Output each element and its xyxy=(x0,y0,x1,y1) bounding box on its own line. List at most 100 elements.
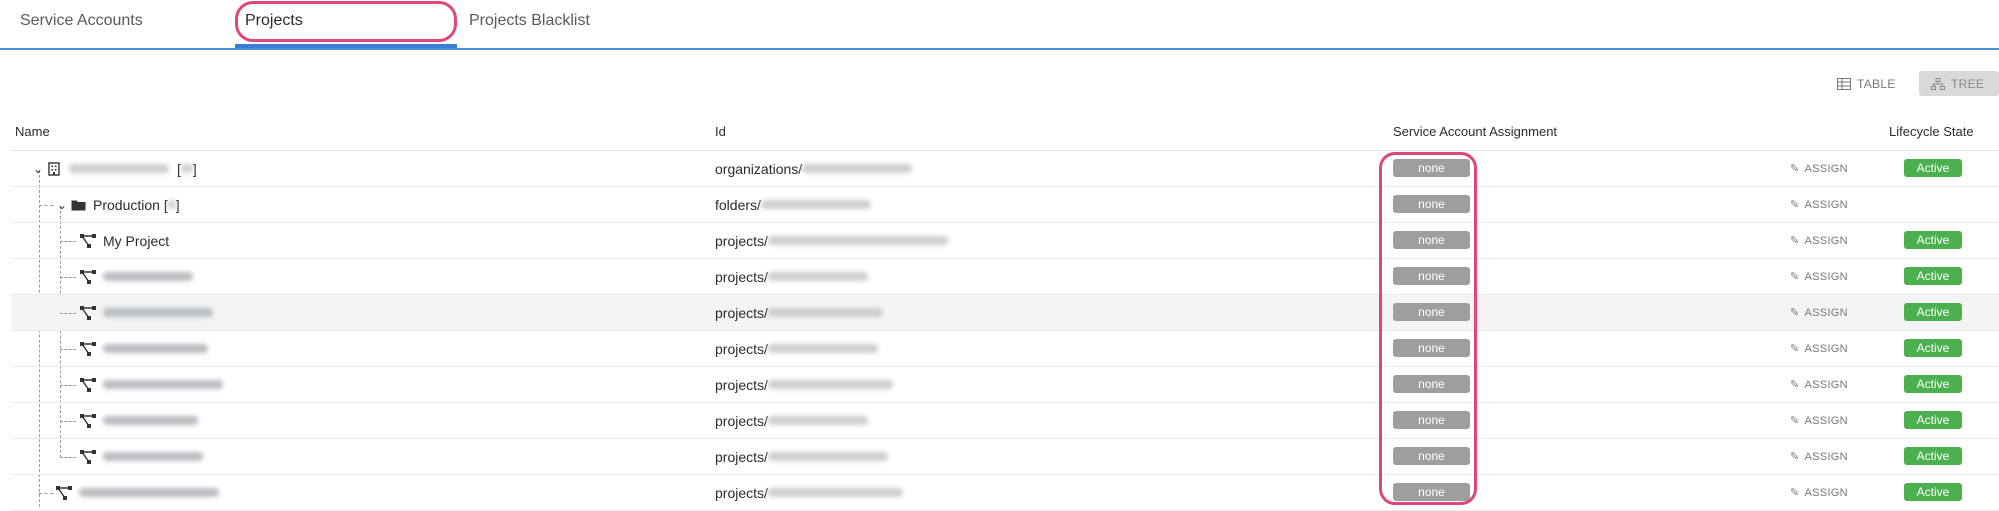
assign-label: ASSIGN xyxy=(1804,378,1848,391)
column-header-name[interactable]: Name xyxy=(15,124,50,139)
pencil-icon: ✎ xyxy=(1790,451,1800,463)
name-cell: My Project xyxy=(79,223,169,258)
table-row[interactable]: ⌄ Production [] folders/ none ✎ ASSIGN xyxy=(11,187,1999,223)
id-cell: projects/ xyxy=(715,475,903,510)
pencil-icon: ✎ xyxy=(1790,415,1800,427)
highlight-annotation-assignment xyxy=(1379,152,1477,505)
id-prefix: projects/ xyxy=(715,304,768,321)
redacted-id xyxy=(767,452,888,461)
status-badge: Active xyxy=(1904,483,1962,501)
table-view-label: TABLE xyxy=(1857,76,1896,91)
pencil-icon: ✎ xyxy=(1790,235,1800,247)
tree-connector xyxy=(39,493,53,494)
tree-connector xyxy=(60,385,76,386)
id-cell: projects/ xyxy=(715,439,888,474)
id-cell: projects/ xyxy=(715,331,878,366)
chevron-down-icon[interactable]: ⌄ xyxy=(31,162,45,176)
assign-button[interactable]: ✎ ASSIGN xyxy=(1790,403,1848,438)
assign-button[interactable]: ✎ ASSIGN xyxy=(1790,367,1848,402)
table-row[interactable]: My Project projects/ none ✎ ASSIGN Active xyxy=(11,223,1999,259)
table-row[interactable]: projects/ none ✎ ASSIGN Active xyxy=(11,259,1999,295)
id-cell: projects/ xyxy=(715,259,868,294)
table-icon xyxy=(1837,77,1851,90)
assign-label: ASSIGN xyxy=(1804,234,1848,247)
id-cell: projects/ xyxy=(715,367,893,402)
status-badge: Active xyxy=(1904,303,1962,321)
tree-view-button[interactable]: TREE xyxy=(1919,71,1999,96)
project-icon xyxy=(79,269,97,285)
redacted-id xyxy=(767,272,868,281)
building-icon xyxy=(45,161,63,177)
assign-button[interactable]: ✎ ASSIGN xyxy=(1790,475,1848,510)
table-view-button[interactable]: TABLE xyxy=(1825,71,1911,96)
chevron-down-icon[interactable]: ⌄ xyxy=(55,198,69,212)
name-cell xyxy=(79,439,203,474)
redacted-id xyxy=(767,488,903,497)
project-icon xyxy=(79,377,97,393)
assign-label: ASSIGN xyxy=(1804,198,1848,211)
folder-name: Production [ xyxy=(93,196,168,213)
status-badge: Active xyxy=(1904,447,1962,465)
column-header-lifecycle[interactable]: Lifecycle State xyxy=(1889,124,1974,139)
name-cell xyxy=(79,295,213,330)
table-row[interactable]: projects/ none ✎ ASSIGN Active xyxy=(11,475,1999,511)
table-row[interactable]: projects/ none ✎ ASSIGN Active xyxy=(11,403,1999,439)
column-header-assignment[interactable]: Service Account Assignment xyxy=(1393,124,1557,139)
id-cell: organizations/ xyxy=(715,151,913,186)
highlight-annotation-tab xyxy=(235,1,457,42)
tree-connector xyxy=(60,457,76,458)
project-icon xyxy=(79,413,97,429)
project-icon xyxy=(79,449,97,465)
project-icon xyxy=(79,305,97,321)
folder-icon xyxy=(69,197,87,213)
project-icon xyxy=(79,233,97,249)
table-row[interactable]: projects/ none ✎ ASSIGN Active xyxy=(11,367,1999,403)
name-cell xyxy=(79,331,208,366)
id-cell: projects/ xyxy=(715,403,868,438)
id-prefix: projects/ xyxy=(715,232,768,249)
id-prefix: organizations/ xyxy=(715,160,803,177)
pencil-icon: ✎ xyxy=(1790,307,1800,319)
id-prefix: projects/ xyxy=(715,268,768,285)
project-icon xyxy=(79,341,97,357)
org-bracket-close: ] xyxy=(192,160,197,177)
status-badge: Active xyxy=(1904,159,1962,177)
assign-button[interactable]: ✎ ASSIGN xyxy=(1790,331,1848,366)
status-badge: Active xyxy=(1904,339,1962,357)
id-cell: projects/ xyxy=(715,295,883,330)
assign-button[interactable]: ✎ ASSIGN xyxy=(1790,259,1848,294)
pencil-icon: ✎ xyxy=(1790,343,1800,355)
tree-icon xyxy=(1931,77,1945,90)
assign-label: ASSIGN xyxy=(1804,306,1848,319)
table-row[interactable]: ⌄ [] organizations/ none ✎ ASSIGN Active xyxy=(11,151,1999,187)
id-cell: folders/ xyxy=(715,187,871,222)
id-prefix: projects/ xyxy=(715,484,768,501)
redacted-project-name xyxy=(103,308,213,317)
tab-projects-blacklist[interactable]: Projects Blacklist xyxy=(469,12,590,30)
assign-button[interactable]: ✎ ASSIGN xyxy=(1790,439,1848,474)
name-cell xyxy=(79,403,198,438)
tree-connector xyxy=(60,421,76,422)
project-icon xyxy=(55,485,73,501)
tree-view-label: TREE xyxy=(1951,76,1985,91)
assign-label: ASSIGN xyxy=(1804,450,1848,463)
redacted-id xyxy=(767,416,868,425)
id-prefix: folders/ xyxy=(715,196,761,213)
assign-button[interactable]: ✎ ASSIGN xyxy=(1790,295,1848,330)
table-row[interactable]: projects/ none ✎ ASSIGN Active xyxy=(11,331,1999,367)
tree-connector xyxy=(60,241,76,242)
assign-button[interactable]: ✎ ASSIGN xyxy=(1790,187,1848,222)
table-row[interactable]: projects/ none ✎ ASSIGN Active xyxy=(11,439,1999,475)
redacted-id xyxy=(767,344,878,353)
name-cell xyxy=(79,367,223,402)
redacted-org-name xyxy=(69,164,169,173)
pencil-icon: ✎ xyxy=(1790,163,1800,175)
assign-button[interactable]: ✎ ASSIGN xyxy=(1790,151,1848,186)
assign-button[interactable]: ✎ ASSIGN xyxy=(1790,223,1848,258)
id-prefix: projects/ xyxy=(715,376,768,393)
tab-service-accounts[interactable]: Service Accounts xyxy=(20,12,143,30)
folder-bracket-close: ] xyxy=(175,196,180,213)
column-header-id[interactable]: Id xyxy=(715,124,726,139)
id-cell: projects/ xyxy=(715,223,948,258)
table-row[interactable]: projects/ none ✎ ASSIGN Active xyxy=(11,295,1999,331)
